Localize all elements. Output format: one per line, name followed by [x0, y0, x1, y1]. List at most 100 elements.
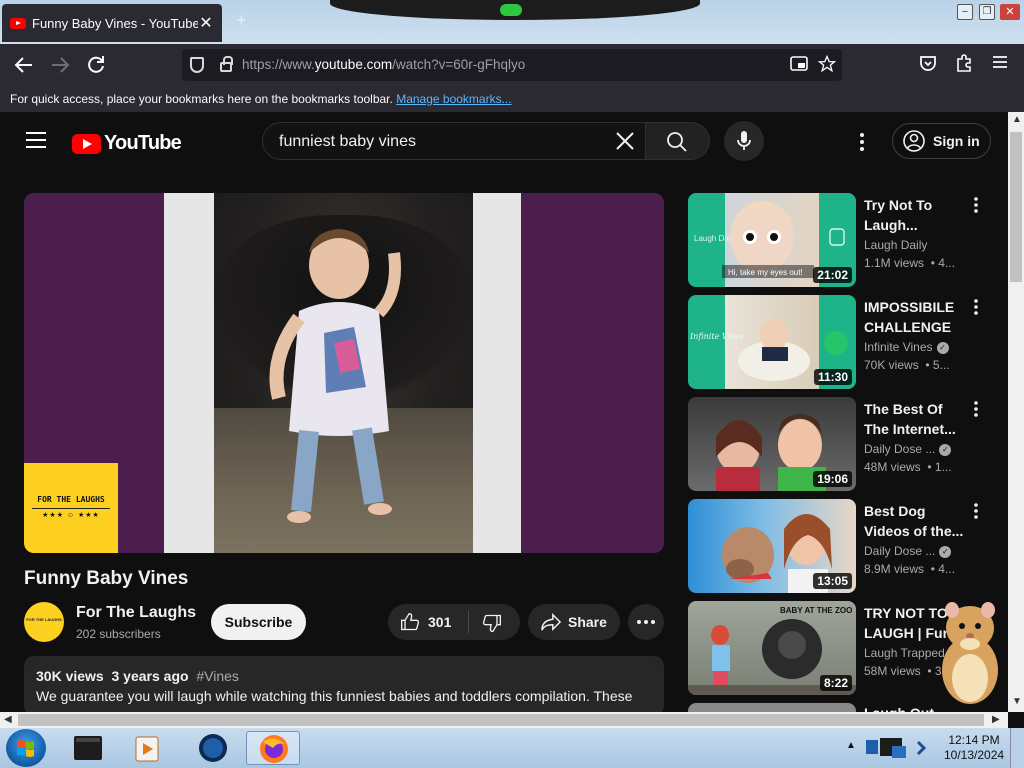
bookmark-star-icon[interactable] [817, 54, 837, 78]
hamster-desktop-pet[interactable] [930, 600, 1010, 708]
picture-in-picture-icon[interactable] [790, 55, 808, 78]
new-tab-button[interactable]: + [236, 10, 247, 31]
scroll-up-icon[interactable]: ▲ [1012, 114, 1022, 125]
lock-icon[interactable] [220, 56, 233, 72]
recommendation-views: 70K views [864, 358, 919, 372]
search-input[interactable]: funniest baby vines [262, 122, 646, 160]
guide-menu-icon[interactable] [26, 132, 46, 148]
more-actions-button[interactable] [628, 604, 664, 640]
clock-time: 12:14 PM [948, 733, 1000, 747]
channel-watermark[interactable]: FOR THE LAUGHS ★★★ ☺ ★★★ [24, 463, 118, 553]
taskbar-app-firefox[interactable] [246, 731, 300, 765]
arrow-right-icon [52, 57, 70, 73]
sign-in-button[interactable]: Sign in [892, 123, 991, 159]
search-button[interactable] [646, 122, 710, 160]
recommendation-stats: 70K views • 5... [864, 358, 950, 372]
channel-name[interactable]: For The Laughs [76, 604, 196, 622]
toddler-figure [269, 229, 401, 523]
recommendation-menu-icon[interactable] [970, 501, 982, 521]
tray-icons[interactable] [862, 732, 942, 764]
address-bar[interactable]: https://www.youtube.com/watch?v=60r-gFhq… [182, 49, 842, 81]
taskbar-app-globe[interactable] [186, 731, 240, 765]
share-button[interactable]: Share [528, 604, 620, 640]
recommendation-thumbnail[interactable]: Infinite Vines 11:30 [688, 295, 856, 389]
recommendation-title[interactable]: The Best Of The Internet... [864, 399, 964, 439]
restore-button[interactable]: ❐ [979, 4, 995, 20]
video-duration: 21:02 [813, 267, 852, 283]
watermark-brand: FOR THE LAUGHS [37, 495, 105, 504]
extensions-icon[interactable] [952, 53, 976, 77]
back-button[interactable] [12, 53, 36, 77]
recommendation-channel[interactable]: Laugh Daily [864, 238, 927, 252]
recommendation-thumbnail[interactable] [688, 703, 856, 712]
minimize-button[interactable]: – [957, 4, 973, 20]
manage-bookmarks-link[interactable]: Manage bookmarks... [396, 92, 511, 106]
recommendation-item[interactable]: Infinite Vines 11:30 IMPOSSIBILE CHALLEN… [688, 295, 988, 389]
recommendation-item[interactable]: 13:05 Best Dog Videos of the... Daily Do… [688, 499, 988, 593]
horizontal-scrollbar[interactable]: ◀ ▶ [0, 712, 1008, 728]
search-query[interactable]: funniest baby vines [279, 133, 416, 151]
verified-badge-icon: ✓ [936, 341, 949, 354]
recommendation-title[interactable]: Try Not To Laugh... [864, 195, 964, 235]
channel-avatar-text: FOR THE LAUGHS [26, 617, 62, 622]
url-text[interactable]: https://www.youtube.com/watch?v=60r-gFhq… [242, 57, 525, 72]
search-icon [667, 132, 687, 152]
description-box[interactable]: 30K views 3 years ago #Vines We guarante… [24, 656, 664, 716]
show-desktop-button[interactable] [1010, 728, 1024, 768]
window-close-button[interactable]: ✕ [1000, 4, 1020, 20]
recommendation-menu-icon[interactable] [970, 399, 982, 419]
tab-close-icon[interactable]: ✕ [198, 13, 214, 33]
app-menu-icon[interactable] [988, 53, 1012, 77]
taskbar-app-terminal[interactable] [62, 731, 116, 765]
system-clock[interactable]: 12:14 PM 10/13/2024 [944, 733, 1004, 763]
like-count[interactable]: 301 [428, 614, 451, 630]
show-hidden-icons-icon[interactable]: ▲ [846, 740, 856, 751]
recommendation-channel[interactable]: Daily Dose ... ✓ [864, 544, 952, 558]
recommendation-title[interactable]: Best Dog Videos of the... [864, 501, 964, 541]
share-icon [541, 612, 562, 632]
vertical-scrollbar[interactable]: ▲ ▼ [1008, 112, 1024, 712]
reload-button[interactable] [84, 53, 108, 77]
video-duration: 19:06 [813, 471, 852, 487]
recommendation-item[interactable]: Laugh Daily Hi, take my eyes out! 21:02 … [688, 193, 988, 287]
recommendation-menu-icon[interactable] [970, 297, 982, 317]
recommendation-thumbnail[interactable]: 19:06 [688, 397, 856, 491]
like-icon[interactable] [400, 612, 420, 632]
reload-icon [88, 56, 104, 73]
recommendation-menu-icon[interactable] [970, 195, 982, 215]
video-player[interactable]: FOR THE LAUGHS ★★★ ☺ ★★★ [24, 193, 664, 553]
clear-search-icon[interactable] [611, 127, 639, 155]
scroll-right-icon[interactable]: ▶ [992, 714, 1000, 725]
recommendation-thumbnail[interactable]: 13:05 [688, 499, 856, 593]
start-button[interactable] [6, 729, 46, 767]
url-path: /watch?v=60r-gFhqlyo [392, 57, 526, 72]
scroll-down-icon[interactable]: ▼ [1012, 696, 1022, 707]
recommendation-item[interactable]: 19:06 The Best Of The Internet... Daily … [688, 397, 988, 491]
channel-avatar[interactable]: FOR THE LAUGHS [24, 602, 64, 642]
thumbnail-channel-text: Infinite Vines [689, 332, 744, 341]
dislike-icon[interactable] [482, 613, 502, 633]
subscribe-button[interactable]: Subscribe [211, 604, 306, 640]
recommendation-thumbnail[interactable]: Laugh Daily Hi, take my eyes out! 21:02 [688, 193, 856, 287]
tracking-shield-icon[interactable] [190, 57, 204, 73]
taskbar-app-media-player[interactable] [122, 731, 176, 765]
recommendation-stats: 8.9M views • 4... [864, 562, 955, 576]
settings-menu-icon[interactable] [852, 130, 872, 154]
horizontal-scroll-thumb[interactable] [18, 714, 984, 726]
recommendation-channel[interactable]: Daily Dose ... ✓ [864, 442, 952, 456]
voice-search-button[interactable] [724, 121, 764, 161]
youtube-logo[interactable]: YouTube [72, 132, 182, 155]
forward-button[interactable] [48, 53, 72, 77]
recommendation-title[interactable]: IMPOSSIBILE CHALLENGE :... [864, 297, 964, 337]
hashtag-link[interactable]: #Vines [196, 668, 239, 684]
vertical-scroll-thumb[interactable] [1010, 132, 1022, 282]
dock-indicator-icon [500, 4, 522, 16]
pocket-icon[interactable] [916, 53, 940, 77]
recommendation-channel[interactable]: Infinite Vines ✓ [864, 340, 949, 354]
scroll-left-icon[interactable]: ◀ [4, 714, 12, 725]
recommendation-views: 1.1M views [864, 256, 925, 270]
recommendation-thumbnail[interactable]: BABY AT THE ZOO 8:22 [688, 601, 856, 695]
youtube-favicon-icon [10, 17, 26, 29]
browser-tab-strip: Funny Baby Vines - YouTube ✕ + – ❐ ✕ [0, 0, 1024, 44]
tab-youtube[interactable]: Funny Baby Vines - YouTube ✕ [2, 4, 222, 42]
